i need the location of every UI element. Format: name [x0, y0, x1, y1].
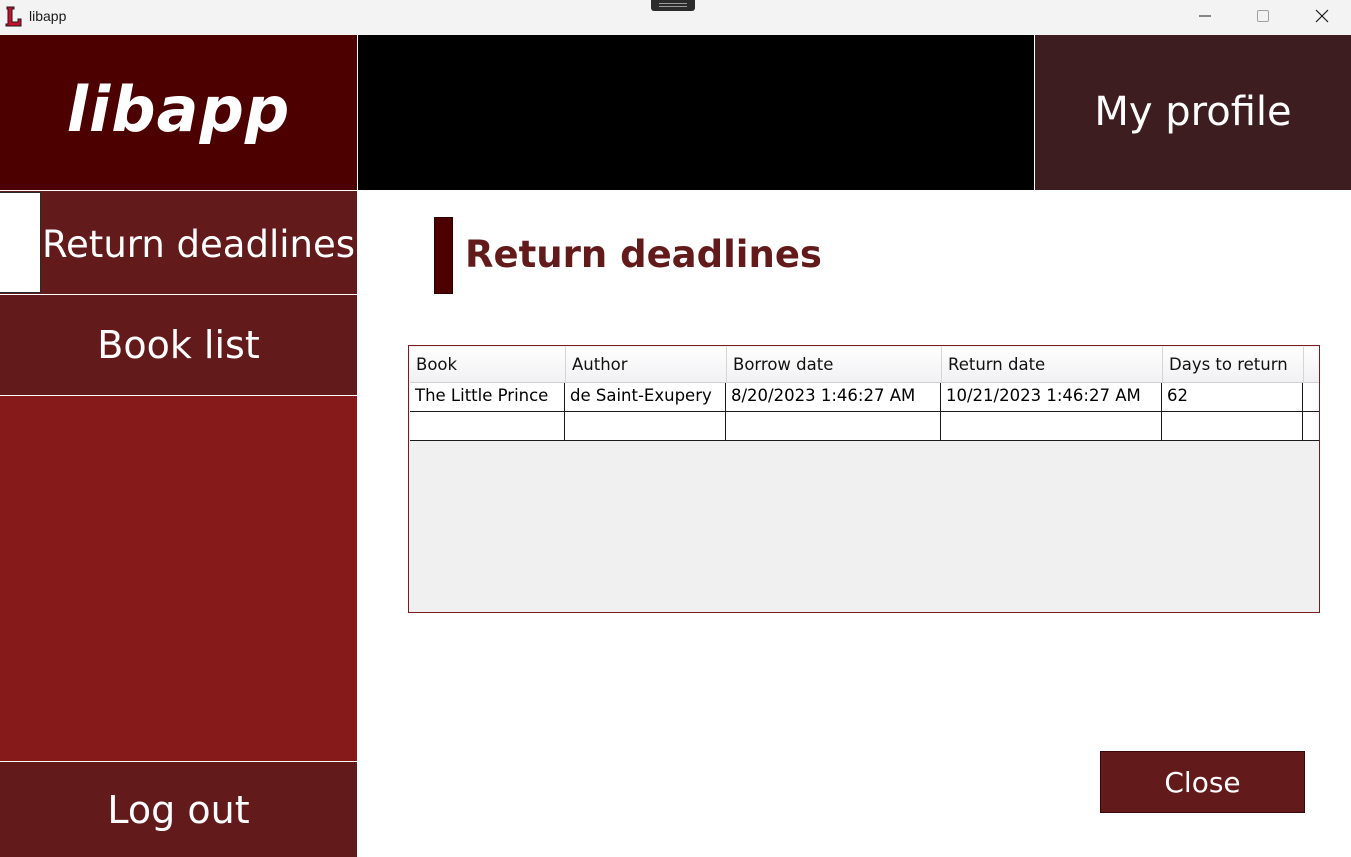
page-title: Return deadlines [465, 233, 822, 276]
active-item-indicator [0, 192, 41, 293]
table-cell[interactable]: 10/21/2023 1:46:27 AM [941, 383, 1162, 411]
close-icon[interactable] [1293, 0, 1351, 32]
table-cell-filler [1303, 383, 1319, 411]
header-banner [358, 35, 1034, 190]
sidebar-item-label: Book list [97, 323, 260, 367]
table-row[interactable]: The Little Prince de Saint-Exupery 8/20/… [410, 383, 1319, 412]
close-button[interactable]: Close [1100, 751, 1305, 813]
sidebar-item-label: Return deadlines [42, 223, 356, 266]
table-header-row: Book Author Borrow date Return date Days… [410, 347, 1319, 383]
app-logo: libapp [0, 35, 357, 190]
window-title: libapp [29, 8, 67, 24]
table-cell[interactable]: 8/20/2023 1:46:27 AM [726, 383, 941, 411]
heading-accent-bar [434, 217, 453, 294]
column-header-return-date[interactable]: Return date [942, 347, 1163, 383]
column-header-filler [1304, 347, 1319, 383]
column-header-author[interactable]: Author [566, 347, 727, 383]
column-header-borrow-date[interactable]: Borrow date [727, 347, 942, 383]
table-cell-filler [1303, 412, 1319, 440]
window-titlebar[interactable]: libapp [0, 0, 1351, 35]
maximize-icon[interactable] [1234, 0, 1292, 32]
deadlines-table[interactable]: Book Author Borrow date Return date Days… [408, 345, 1320, 613]
table-cell[interactable] [565, 412, 726, 440]
my-profile-button[interactable]: My profile [1035, 35, 1351, 190]
table-cell[interactable] [1162, 412, 1303, 440]
snap-layout-handle[interactable] [651, 0, 695, 11]
table-cell[interactable]: de Saint-Exupery [565, 383, 726, 411]
close-button-label: Close [1164, 765, 1241, 799]
logout-button[interactable]: Log out [0, 762, 357, 857]
table-cell[interactable] [410, 412, 565, 440]
libapp-L-icon [5, 6, 22, 27]
table-cell[interactable] [726, 412, 941, 440]
my-profile-label: My profile [1094, 88, 1292, 135]
sidebar-item-book-list[interactable]: Book list [0, 295, 357, 395]
minimize-icon[interactable] [1176, 0, 1234, 32]
table-row-new[interactable] [410, 412, 1319, 441]
logout-label: Log out [107, 787, 250, 832]
sidebar-spacer [0, 396, 357, 761]
logo-text: libapp [66, 73, 291, 146]
table-cell[interactable] [941, 412, 1162, 440]
column-header-book[interactable]: Book [410, 347, 566, 383]
table-cell[interactable]: The Little Prince [410, 383, 565, 411]
table-cell[interactable]: 62 [1162, 383, 1303, 411]
column-header-days-to-return[interactable]: Days to return [1163, 347, 1304, 383]
